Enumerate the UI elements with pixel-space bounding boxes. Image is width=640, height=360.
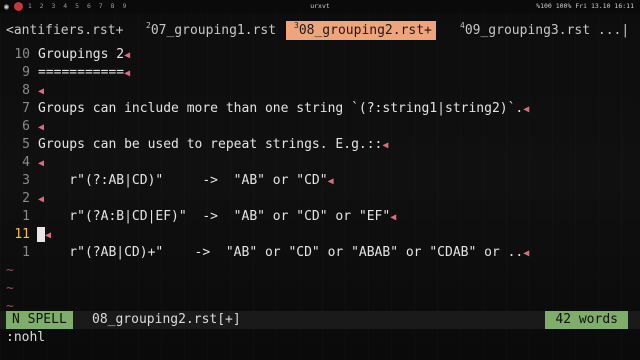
line-number: 4 xyxy=(22,155,30,170)
eol-marker-icon: ◀ xyxy=(523,248,530,259)
tab-label: 08_grouping2.rst+ xyxy=(298,23,432,38)
editor-line[interactable]: 2 ◀ xyxy=(0,190,640,208)
line-content: =========== xyxy=(38,65,125,80)
tilde-marker: ~ xyxy=(6,263,14,278)
line-text: r"(?:AB|CD)" -> "AB" or "CD"◀ xyxy=(38,172,334,191)
line-number: 5 xyxy=(22,137,30,152)
tab-09-grouping3[interactable]: 409_grouping3.rst ...| xyxy=(460,21,629,40)
line-number: 1 xyxy=(22,209,30,224)
line-number: 7 xyxy=(22,101,30,116)
editor-line[interactable]: 9 ===========◀ xyxy=(0,64,640,82)
tab-label: <antifiers.rst+ xyxy=(6,23,124,38)
editor-line[interactable]: 6 ◀ xyxy=(0,118,640,136)
line-text: ◀ xyxy=(38,82,44,101)
system-status: %100 100% Fri 13.10 16:11 xyxy=(536,2,634,10)
line-content: r"(?:AB|CD)" -> "AB" or "CD" xyxy=(38,173,328,188)
line-text: ◀ xyxy=(38,118,44,137)
line-text: r"(?A:B|CD|EF)" -> "AB" or "CD" or "EF"◀ xyxy=(38,208,396,227)
eol-marker-icon: ◀ xyxy=(124,68,131,79)
line-text: r"(?AB|CD)+" -> "AB" or "CD" or "ABAB" o… xyxy=(38,244,529,263)
eol-marker-icon: ◀ xyxy=(523,104,530,115)
empty-line: ~ xyxy=(0,280,640,298)
line-number: 6 xyxy=(22,119,30,134)
statusline-filename: 08_grouping2.rst[+] xyxy=(92,312,241,327)
line-text: ◀ xyxy=(38,154,44,173)
eol-marker-icon: ◀ xyxy=(38,86,45,97)
eol-marker-icon: ◀ xyxy=(38,158,45,169)
line-text: ◀ xyxy=(38,190,44,209)
tab-08-grouping2[interactable]: 308_grouping2.rst+ xyxy=(286,21,436,40)
line-content: Groups can be used to repeat strings. E.… xyxy=(38,137,383,152)
editor-line[interactable]: 5 Groups can be used to repeat strings. E… xyxy=(0,136,640,154)
tab-07-grouping1[interactable]: 207_grouping1.rst xyxy=(146,21,276,40)
line-number: 9 xyxy=(22,65,30,80)
tilde-marker: ~ xyxy=(6,281,14,296)
tab-antifiers[interactable]: <antifiers.rst+ xyxy=(6,21,123,40)
editor-line[interactable]: 1 r"(?A:B|CD|EF)" -> "AB" or "CD" or "EF… xyxy=(0,208,640,226)
line-content: Groups can include more than one string … xyxy=(38,101,524,116)
line-number: 3 xyxy=(22,173,30,188)
line-number: 8 xyxy=(22,83,30,98)
line-content: r"(?AB|CD)+" -> "AB" or "CD" or "ABAB" o… xyxy=(38,245,524,260)
line-text: Groups can be used to repeat strings. E.… xyxy=(38,136,388,155)
editor-line[interactable]: 3 r"(?:AB|CD)" -> "AB" or "CD"◀ xyxy=(0,172,640,190)
tab-label: 09_grouping3.rst ...| xyxy=(464,23,630,38)
eol-marker-icon: ◀ xyxy=(390,212,397,223)
line-text: ◀ xyxy=(37,226,52,245)
system-bar: ◉ 1 2 3 4 5 6 7 8 9 urxvt %100 100% Fri … xyxy=(0,0,640,13)
line-content: Groupings 2 xyxy=(38,47,125,62)
line-text: ===========◀ xyxy=(38,64,130,83)
eol-marker-icon: ◀ xyxy=(382,140,389,151)
mode-indicator: N SPELL xyxy=(6,311,73,329)
editor-line[interactable]: 10 Groupings 2◀ xyxy=(0,46,640,64)
editor-line[interactable]: 8 ◀ xyxy=(0,82,640,100)
eol-marker-icon: ◀ xyxy=(327,176,334,187)
editor-line[interactable]: 4 ◀ xyxy=(0,154,640,172)
word-count: 42 words xyxy=(545,311,628,329)
line-text: Groups can include more than one string … xyxy=(38,100,529,119)
tabline: <antifiers.rst+ 207_grouping1.rst 308_gr… xyxy=(0,21,640,40)
line-number: 1 xyxy=(22,245,30,260)
line-text: Groupings 2◀ xyxy=(38,46,130,65)
eol-marker-icon: ◀ xyxy=(38,194,45,205)
editor-line[interactable]: 7 Groups can include more than one string… xyxy=(0,100,640,118)
tab-label: 07_grouping1.rst xyxy=(150,23,277,38)
eol-marker-icon: ◀ xyxy=(45,230,52,241)
line-number: 2 xyxy=(22,191,30,206)
text-cursor xyxy=(37,227,45,242)
line-number: 11 xyxy=(14,227,30,242)
statusline: N SPELL 08_grouping2.rst[+] 42 words xyxy=(0,311,640,329)
editor-line[interactable]: 1 r"(?AB|CD)+" -> "AB" or "CD" or "ABAB"… xyxy=(0,244,640,262)
eol-marker-icon: ◀ xyxy=(124,50,131,61)
eol-marker-icon: ◀ xyxy=(38,122,45,133)
editor-line[interactable]: 11 ◀ xyxy=(0,226,640,244)
line-content: r"(?A:B|CD|EF)" -> "AB" or "CD" or "EF" xyxy=(38,209,391,224)
line-number: 10 xyxy=(14,47,30,62)
command-line[interactable]: :nohl xyxy=(6,329,45,347)
empty-line: ~ xyxy=(0,262,640,280)
